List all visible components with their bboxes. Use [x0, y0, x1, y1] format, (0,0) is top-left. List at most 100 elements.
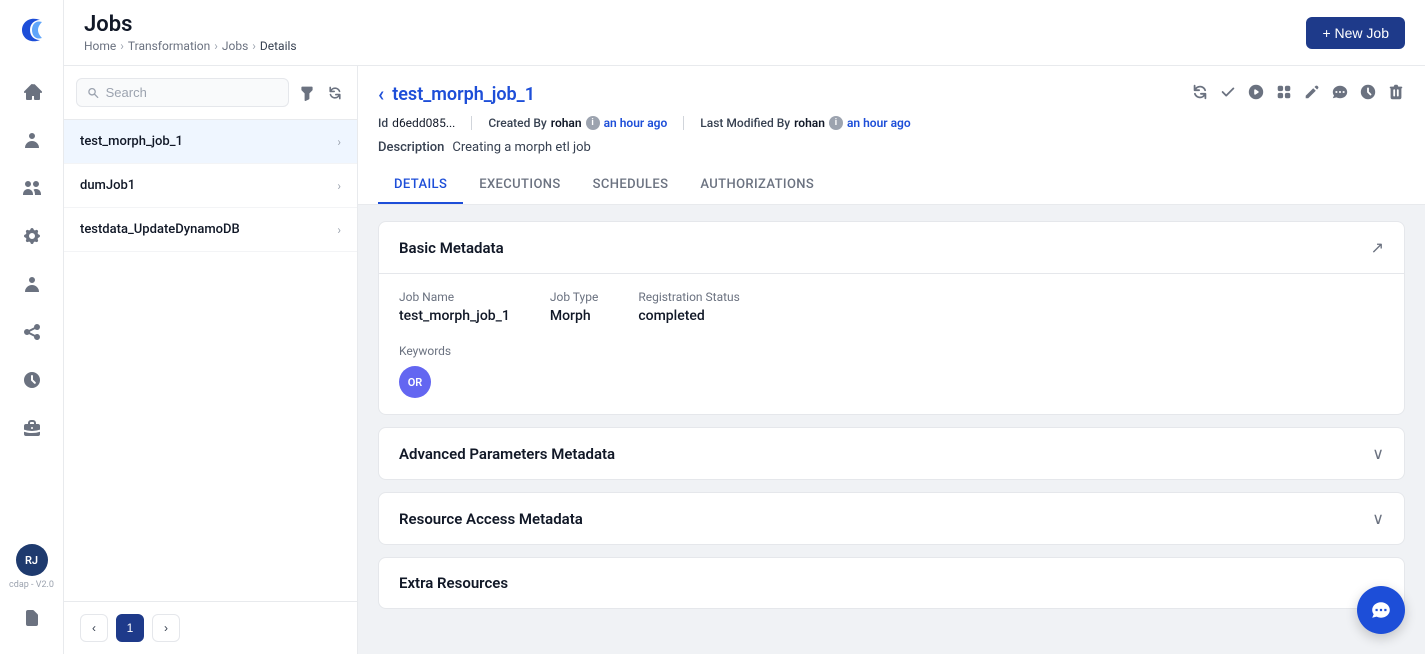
- resource-access-header[interactable]: Resource Access Metadata ∨: [379, 493, 1404, 544]
- extra-resources-card: Extra Resources: [378, 557, 1405, 609]
- breadcrumb-sep1: ›: [120, 39, 124, 53]
- resource-access-title: Resource Access Metadata: [399, 510, 583, 528]
- next-page-button[interactable]: ›: [152, 614, 180, 642]
- registration-status-group: Registration Status completed: [638, 290, 740, 324]
- job-name-label: Job Name: [399, 290, 510, 304]
- description-label: Description: [378, 140, 444, 155]
- tab-details[interactable]: DETAILS: [378, 167, 463, 204]
- nav-document[interactable]: [12, 598, 52, 638]
- action-history[interactable]: [1359, 83, 1377, 105]
- search-input-wrap: [76, 78, 289, 107]
- back-chevron[interactable]: ‹: [378, 82, 384, 106]
- job-item-1[interactable]: dumJob1 ›: [64, 164, 357, 208]
- resource-access-toggle: ∨: [1372, 509, 1384, 528]
- user-avatar[interactable]: RJ: [16, 544, 48, 576]
- basic-metadata-header[interactable]: Basic Metadata ↗: [379, 222, 1404, 274]
- extra-resources-title: Extra Resources: [399, 574, 508, 592]
- extra-resources-header[interactable]: Extra Resources: [379, 558, 1404, 608]
- tab-authorizations[interactable]: AUTHORIZATIONS: [684, 167, 830, 204]
- new-job-button[interactable]: + New Job: [1306, 17, 1405, 49]
- action-play[interactable]: [1247, 83, 1265, 105]
- modified-label: Last Modified By: [700, 116, 790, 130]
- header-left: Jobs Home › Transformation › Jobs › Deta…: [84, 12, 297, 53]
- prev-page-button[interactable]: ‹: [80, 614, 108, 642]
- advanced-params-card: Advanced Parameters Metadata ∨: [378, 427, 1405, 480]
- tab-schedules[interactable]: SCHEDULES: [577, 167, 685, 204]
- advanced-params-header[interactable]: Advanced Parameters Metadata ∨: [379, 428, 1404, 479]
- created-label: Created By: [488, 116, 546, 130]
- description-value: Creating a morph etl job: [452, 140, 590, 155]
- tab-executions[interactable]: EXECUTIONS: [463, 167, 576, 204]
- page-1-button[interactable]: 1: [116, 614, 144, 642]
- search-bar: [64, 66, 357, 120]
- breadcrumb-sep3: ›: [252, 39, 256, 53]
- modified-info-icon: i: [829, 116, 843, 130]
- detail-tabs: DETAILS EXECUTIONS SCHEDULES AUTHORIZATI…: [378, 167, 1405, 204]
- modified-user: rohan: [794, 116, 825, 130]
- basic-metadata-body: Job Name test_morph_job_1 Job Type Morph…: [379, 274, 1404, 414]
- registration-status-value: completed: [638, 308, 740, 324]
- breadcrumb-transformation[interactable]: Transformation: [128, 39, 210, 53]
- modified-time: an hour ago: [847, 116, 911, 130]
- action-delete[interactable]: [1387, 83, 1405, 105]
- refresh-button[interactable]: [325, 83, 345, 103]
- basic-metadata-card: Basic Metadata ↗ Job Name test_morph_job…: [378, 221, 1405, 415]
- nav-bag[interactable]: [12, 408, 52, 448]
- detail-body: Basic Metadata ↗ Job Name test_morph_job…: [358, 205, 1425, 654]
- job-type-label: Job Type: [550, 290, 598, 304]
- job-item-2[interactable]: testdata_UpdateDynamoDB ›: [64, 208, 357, 252]
- breadcrumb-home[interactable]: Home: [84, 39, 116, 53]
- nav-group[interactable]: [12, 168, 52, 208]
- id-value: d6edd085...: [392, 116, 455, 130]
- job-item-name-1: dumJob1: [80, 178, 135, 193]
- job-title: test_morph_job_1: [392, 84, 535, 105]
- advanced-params-title: Advanced Parameters Metadata: [399, 445, 615, 463]
- action-edit[interactable]: [1303, 83, 1321, 105]
- keywords-row: Keywords OR: [399, 344, 1384, 398]
- job-list: test_morph_job_1 › dumJob1 › testdata_Up…: [64, 120, 357, 601]
- nav-share[interactable]: [12, 312, 52, 352]
- breadcrumb-jobs[interactable]: Jobs: [222, 39, 248, 53]
- basic-metadata-title: Basic Metadata: [399, 239, 504, 257]
- nav-settings[interactable]: [12, 216, 52, 256]
- action-grid[interactable]: [1275, 83, 1293, 105]
- action-check[interactable]: [1219, 83, 1237, 105]
- created-time: an hour ago: [604, 116, 668, 130]
- meta-modified-group: Last Modified By rohan i an hour ago: [700, 116, 926, 130]
- filter-button[interactable]: [297, 83, 317, 103]
- detail-description: Description Creating a morph etl job: [378, 140, 1405, 155]
- detail-meta: Id d6edd085... Created By rohan i an hou…: [378, 116, 1405, 130]
- breadcrumb-details: Details: [260, 39, 297, 53]
- version-label: cdap - V2.0: [9, 580, 54, 590]
- meta-id-group: Id d6edd085...: [378, 116, 472, 130]
- refresh-icon: [327, 85, 343, 101]
- job-item-0[interactable]: test_morph_job_1 ›: [64, 120, 357, 164]
- job-type-group: Job Type Morph: [550, 290, 598, 324]
- action-comment[interactable]: [1331, 83, 1349, 105]
- breadcrumb-sep2: ›: [214, 39, 218, 53]
- detail-header: ‹ test_morph_job_1: [358, 66, 1425, 205]
- action-refresh[interactable]: [1191, 83, 1209, 105]
- nav-clock[interactable]: [12, 360, 52, 400]
- main-area: Jobs Home › Transformation › Jobs › Deta…: [64, 0, 1425, 654]
- created-info-icon: i: [586, 116, 600, 130]
- page-title: Jobs: [84, 12, 297, 37]
- nav-person2[interactable]: [12, 264, 52, 304]
- id-label: Id: [378, 116, 388, 130]
- nav-user[interactable]: [12, 120, 52, 160]
- keyword-tag-0: OR: [399, 366, 431, 398]
- search-icon: [87, 86, 100, 100]
- job-item-chevron-0: ›: [337, 135, 341, 149]
- app-logo: [14, 12, 50, 48]
- chat-icon: [1370, 599, 1392, 621]
- basic-metadata-toggle: ↗: [1371, 238, 1384, 257]
- detail-title-row: ‹ test_morph_job_1: [378, 82, 1405, 106]
- detail-panel: ‹ test_morph_job_1: [358, 66, 1425, 654]
- nav-home[interactable]: [12, 72, 52, 112]
- job-item-chevron-2: ›: [337, 223, 341, 237]
- detail-title: ‹ test_morph_job_1: [378, 82, 535, 106]
- search-input[interactable]: [106, 85, 278, 100]
- chat-fab[interactable]: [1357, 586, 1405, 634]
- filter-icon: [299, 85, 315, 101]
- job-name-value: test_morph_job_1: [399, 308, 510, 324]
